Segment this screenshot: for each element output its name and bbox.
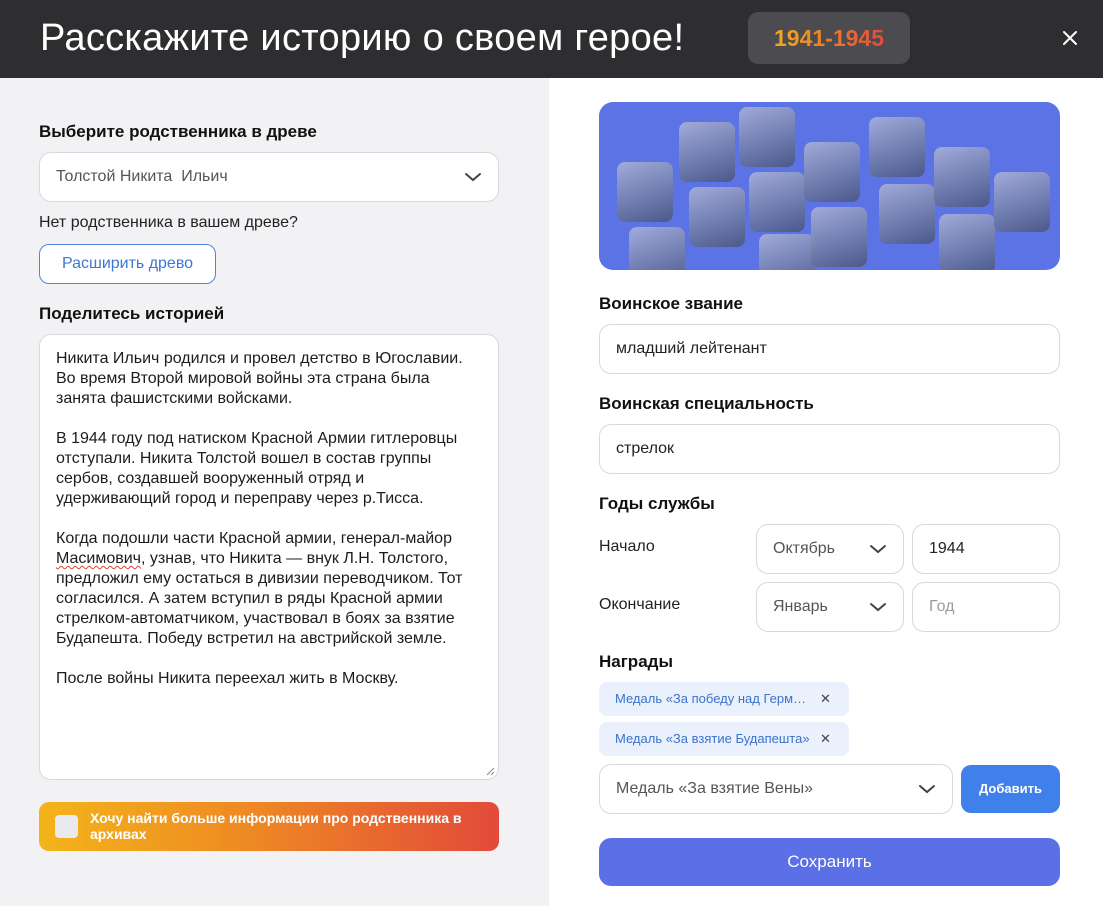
modal-header: Расскажите историю о своем герое! 1941-1… xyxy=(0,0,1103,78)
photo-tile xyxy=(739,107,795,167)
archive-checkbox[interactable] xyxy=(55,815,78,838)
no-relative-hint: Нет родственника в вашем древе? xyxy=(39,214,298,231)
photo-tile xyxy=(879,184,935,244)
photo-tile xyxy=(749,172,805,232)
relative-select-value: Толстой Никита Ильич xyxy=(56,168,228,185)
start-month-select[interactable]: Октябрь xyxy=(756,524,904,574)
archive-search-option[interactable]: Хочу найти больше информации про родстве… xyxy=(39,802,499,851)
chevron-down-icon xyxy=(870,545,886,554)
photo-tile xyxy=(804,142,860,202)
photo-tile xyxy=(869,117,925,177)
rank-input-value: младший лейтенант xyxy=(616,340,767,357)
photo-tile xyxy=(934,147,990,207)
story-label: Поделитесь историей xyxy=(39,304,225,323)
misspelled-word: Масимович xyxy=(56,550,142,567)
story-text-part: , узнав, что Никита — внук Л.Н. Толстого… xyxy=(56,550,463,687)
start-year-input[interactable]: 1944 xyxy=(912,524,1060,574)
award-select-value: Медаль «За взятие Вены» xyxy=(616,780,814,797)
story-text-part: Никита Ильич родился и провел детство в … xyxy=(56,350,463,547)
years-badge-text: 1941-1945 xyxy=(774,25,884,51)
photo-tile xyxy=(939,214,995,270)
specialty-input[interactable]: стрелок xyxy=(599,424,1060,474)
close-button[interactable] xyxy=(1058,26,1082,50)
award-tag-label: Медаль «За победу над Германией» xyxy=(615,691,811,706)
modal-title: Расскажите историю о своем герое! xyxy=(40,17,685,59)
remove-tag-icon[interactable]: ✕ xyxy=(820,682,832,716)
start-year-value: 1944 xyxy=(929,540,965,557)
photo-tile xyxy=(689,187,745,247)
awards-label: Награды xyxy=(599,652,673,671)
rank-input[interactable]: младший лейтенант xyxy=(599,324,1060,374)
expand-tree-button[interactable]: Расширить древо xyxy=(39,244,216,284)
award-tag: Медаль «За победу над Германией» ✕ xyxy=(599,682,849,716)
story-textarea[interactable]: Никита Ильич родился и провел детство в … xyxy=(39,334,499,780)
close-icon xyxy=(1063,31,1077,45)
end-month-select[interactable]: Январь xyxy=(756,582,904,632)
war-photos-banner xyxy=(599,102,1060,270)
save-button[interactable]: Сохранить xyxy=(599,838,1060,886)
chevron-down-icon xyxy=(465,173,481,182)
photo-tile xyxy=(994,172,1050,232)
remove-tag-icon[interactable]: ✕ xyxy=(820,722,832,756)
award-select[interactable]: Медаль «За взятие Вены» xyxy=(599,764,953,814)
add-award-button[interactable]: Добавить xyxy=(961,765,1060,813)
start-month-value: Октябрь xyxy=(773,540,836,557)
end-month-value: Январь xyxy=(773,598,828,615)
specialty-label: Воинская специальность xyxy=(599,394,814,413)
photo-tile xyxy=(811,207,867,267)
photo-tile xyxy=(679,122,735,182)
photo-tile xyxy=(629,227,685,270)
rank-label: Воинское звание xyxy=(599,294,743,313)
archive-checkbox-label: Хочу найти больше информации про родстве… xyxy=(90,810,462,842)
relative-select[interactable]: Толстой Никита Ильич xyxy=(39,152,499,202)
specialty-input-value: стрелок xyxy=(616,440,675,457)
award-tag: Медаль «За взятие Будапешта» ✕ xyxy=(599,722,849,756)
resize-handle-icon[interactable] xyxy=(485,766,495,776)
years-badge: 1941-1945 xyxy=(748,12,910,64)
chevron-down-icon xyxy=(870,603,886,612)
end-label: Окончание xyxy=(599,596,681,613)
start-label: Начало xyxy=(599,538,655,555)
photo-tile xyxy=(759,234,815,270)
photo-tile xyxy=(617,162,673,222)
end-year-input[interactable]: Год xyxy=(912,582,1060,632)
chevron-down-icon xyxy=(919,785,935,794)
service-years-label: Годы службы xyxy=(599,494,715,513)
relative-label: Выберите родственника в древе xyxy=(39,122,317,141)
end-year-placeholder: Год xyxy=(929,598,955,615)
award-tag-label: Медаль «За взятие Будапешта» xyxy=(615,731,810,746)
